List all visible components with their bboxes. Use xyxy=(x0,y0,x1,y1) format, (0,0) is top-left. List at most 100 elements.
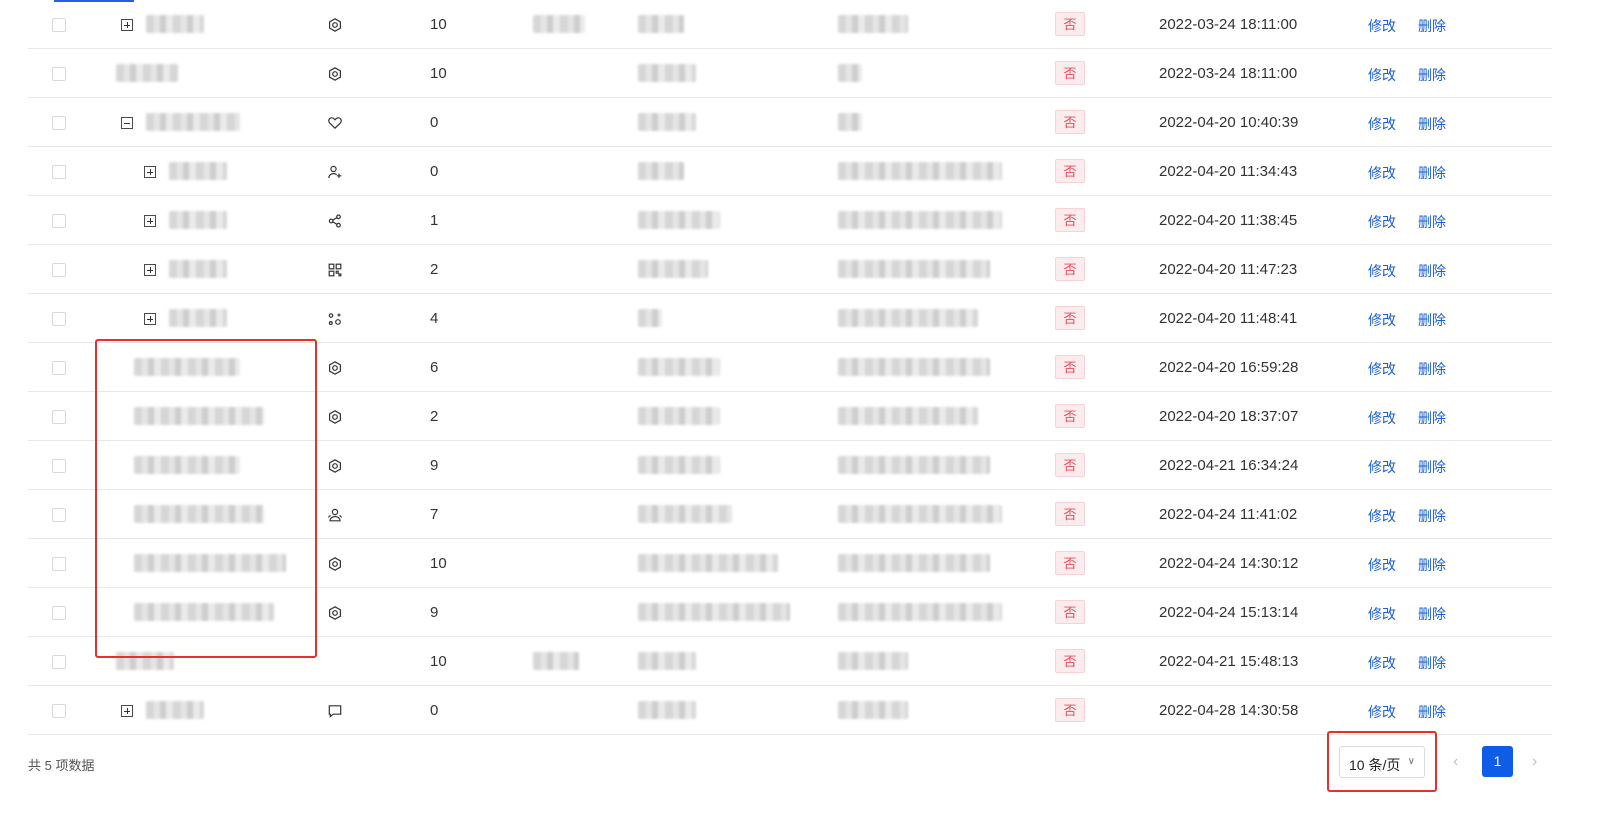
redacted-field xyxy=(638,407,720,425)
redacted-name xyxy=(169,260,227,278)
redacted-field xyxy=(638,309,662,327)
settings-hex-icon xyxy=(327,458,343,474)
sort-order-value: 10 xyxy=(430,65,447,82)
edit-link[interactable]: 修改 xyxy=(1368,604,1396,624)
row-checkbox[interactable] xyxy=(52,459,66,473)
table-row: 0 否 2022-04-28 14:30:58 修改 删除 xyxy=(28,686,1552,735)
table-row: 10 否 2022-04-21 15:48:13 修改 删除 xyxy=(28,637,1552,686)
edit-link[interactable]: 修改 xyxy=(1368,163,1396,183)
redacted-name xyxy=(134,456,240,474)
row-checkbox[interactable] xyxy=(52,67,66,81)
user-group-icon xyxy=(327,507,343,523)
redacted-field xyxy=(838,15,908,33)
table-row: 0 否 2022-04-20 11:34:43 修改 删除 xyxy=(28,147,1552,196)
delete-link[interactable]: 删除 xyxy=(1418,310,1446,330)
row-checkbox[interactable] xyxy=(52,263,66,277)
row-checkbox[interactable] xyxy=(52,410,66,424)
expand-row-icon[interactable] xyxy=(121,705,133,717)
status-badge: 否 xyxy=(1055,257,1085,281)
edit-link[interactable]: 修改 xyxy=(1368,261,1396,281)
edit-link[interactable]: 修改 xyxy=(1368,65,1396,85)
delete-link[interactable]: 删除 xyxy=(1418,653,1446,673)
next-page-icon[interactable]: › xyxy=(1532,753,1537,771)
delete-link[interactable]: 删除 xyxy=(1418,16,1446,36)
created-time: 2022-04-20 18:37:07 xyxy=(1159,408,1299,425)
row-checkbox[interactable] xyxy=(52,116,66,130)
table-row: 4 否 2022-04-20 11:48:41 修改 删除 xyxy=(28,294,1552,343)
delete-link[interactable]: 删除 xyxy=(1418,604,1446,624)
delete-link[interactable]: 删除 xyxy=(1418,702,1446,722)
row-checkbox[interactable] xyxy=(52,704,66,718)
row-checkbox[interactable] xyxy=(52,312,66,326)
row-checkbox[interactable] xyxy=(52,214,66,228)
delete-link[interactable]: 删除 xyxy=(1418,212,1446,232)
page-size-select[interactable]: 10 条/页 ∨ xyxy=(1339,746,1425,778)
status-badge: 否 xyxy=(1055,600,1085,624)
status-badge: 否 xyxy=(1055,404,1085,428)
table-row: 9 否 2022-04-24 15:13:14 修改 删除 xyxy=(28,588,1552,637)
expand-row-icon[interactable] xyxy=(144,264,156,276)
expand-row-icon[interactable] xyxy=(144,215,156,227)
edit-link[interactable]: 修改 xyxy=(1368,555,1396,575)
edit-link[interactable]: 修改 xyxy=(1368,653,1396,673)
expand-row-icon[interactable] xyxy=(144,313,156,325)
page-number-current[interactable]: 1 xyxy=(1482,746,1513,777)
edit-link[interactable]: 修改 xyxy=(1368,16,1396,36)
settings-hex-icon xyxy=(327,605,343,621)
redacted-field xyxy=(638,603,790,621)
delete-link[interactable]: 删除 xyxy=(1418,65,1446,85)
edit-link[interactable]: 修改 xyxy=(1368,310,1396,330)
created-time: 2022-03-24 18:11:00 xyxy=(1159,16,1298,33)
delete-link[interactable]: 删除 xyxy=(1418,555,1446,575)
delete-link[interactable]: 删除 xyxy=(1418,408,1446,428)
row-checkbox[interactable] xyxy=(52,557,66,571)
expand-row-icon[interactable] xyxy=(121,19,133,31)
edit-link[interactable]: 修改 xyxy=(1368,457,1396,477)
redacted-field xyxy=(838,505,1002,523)
row-checkbox[interactable] xyxy=(52,655,66,669)
status-badge: 否 xyxy=(1055,306,1085,330)
edit-link[interactable]: 修改 xyxy=(1368,702,1396,722)
created-time: 2022-04-20 11:34:43 xyxy=(1159,163,1298,180)
delete-link[interactable]: 删除 xyxy=(1418,163,1446,183)
edit-link[interactable]: 修改 xyxy=(1368,506,1396,526)
redacted-field xyxy=(638,701,696,719)
status-badge: 否 xyxy=(1055,61,1085,85)
row-checkbox[interactable] xyxy=(52,361,66,375)
status-badge: 否 xyxy=(1055,159,1085,183)
total-count: 共 5 项数据 xyxy=(28,758,95,773)
redacted-name xyxy=(134,505,264,523)
edit-link[interactable]: 修改 xyxy=(1368,408,1396,428)
share-icon xyxy=(327,213,343,229)
delete-link[interactable]: 删除 xyxy=(1418,261,1446,281)
delete-link[interactable]: 删除 xyxy=(1418,506,1446,526)
redacted-name xyxy=(146,15,204,33)
created-time: 2022-04-24 14:30:12 xyxy=(1159,555,1299,572)
edit-link[interactable]: 修改 xyxy=(1368,359,1396,379)
sort-order-value: 2 xyxy=(430,408,439,425)
row-checkbox[interactable] xyxy=(52,508,66,522)
row-checkbox[interactable] xyxy=(52,18,66,32)
redacted-name xyxy=(134,554,286,572)
delete-link[interactable]: 删除 xyxy=(1418,359,1446,379)
redacted-name xyxy=(146,113,240,131)
collapse-row-icon[interactable] xyxy=(121,117,133,129)
edit-link[interactable]: 修改 xyxy=(1368,212,1396,232)
created-time: 2022-04-20 11:47:23 xyxy=(1159,261,1298,278)
delete-link[interactable]: 删除 xyxy=(1418,114,1446,134)
table-row: 9 否 2022-04-21 16:34:24 修改 删除 xyxy=(28,441,1552,490)
settings-hex-icon xyxy=(327,556,343,572)
row-checkbox[interactable] xyxy=(52,606,66,620)
table-row: 0 否 2022-04-20 10:40:39 修改 删除 xyxy=(28,98,1552,147)
settings-hex-icon xyxy=(327,17,343,33)
edit-link[interactable]: 修改 xyxy=(1368,114,1396,134)
row-checkbox[interactable] xyxy=(52,165,66,179)
redacted-field xyxy=(533,15,585,33)
table-row: 6 否 2022-04-20 16:59:28 修改 删除 xyxy=(28,343,1552,392)
comment-icon xyxy=(327,703,343,719)
expand-row-icon[interactable] xyxy=(144,166,156,178)
prev-page-icon[interactable]: ‹ xyxy=(1453,753,1458,771)
redacted-field xyxy=(838,603,1002,621)
delete-link[interactable]: 删除 xyxy=(1418,457,1446,477)
redacted-field xyxy=(838,113,862,131)
